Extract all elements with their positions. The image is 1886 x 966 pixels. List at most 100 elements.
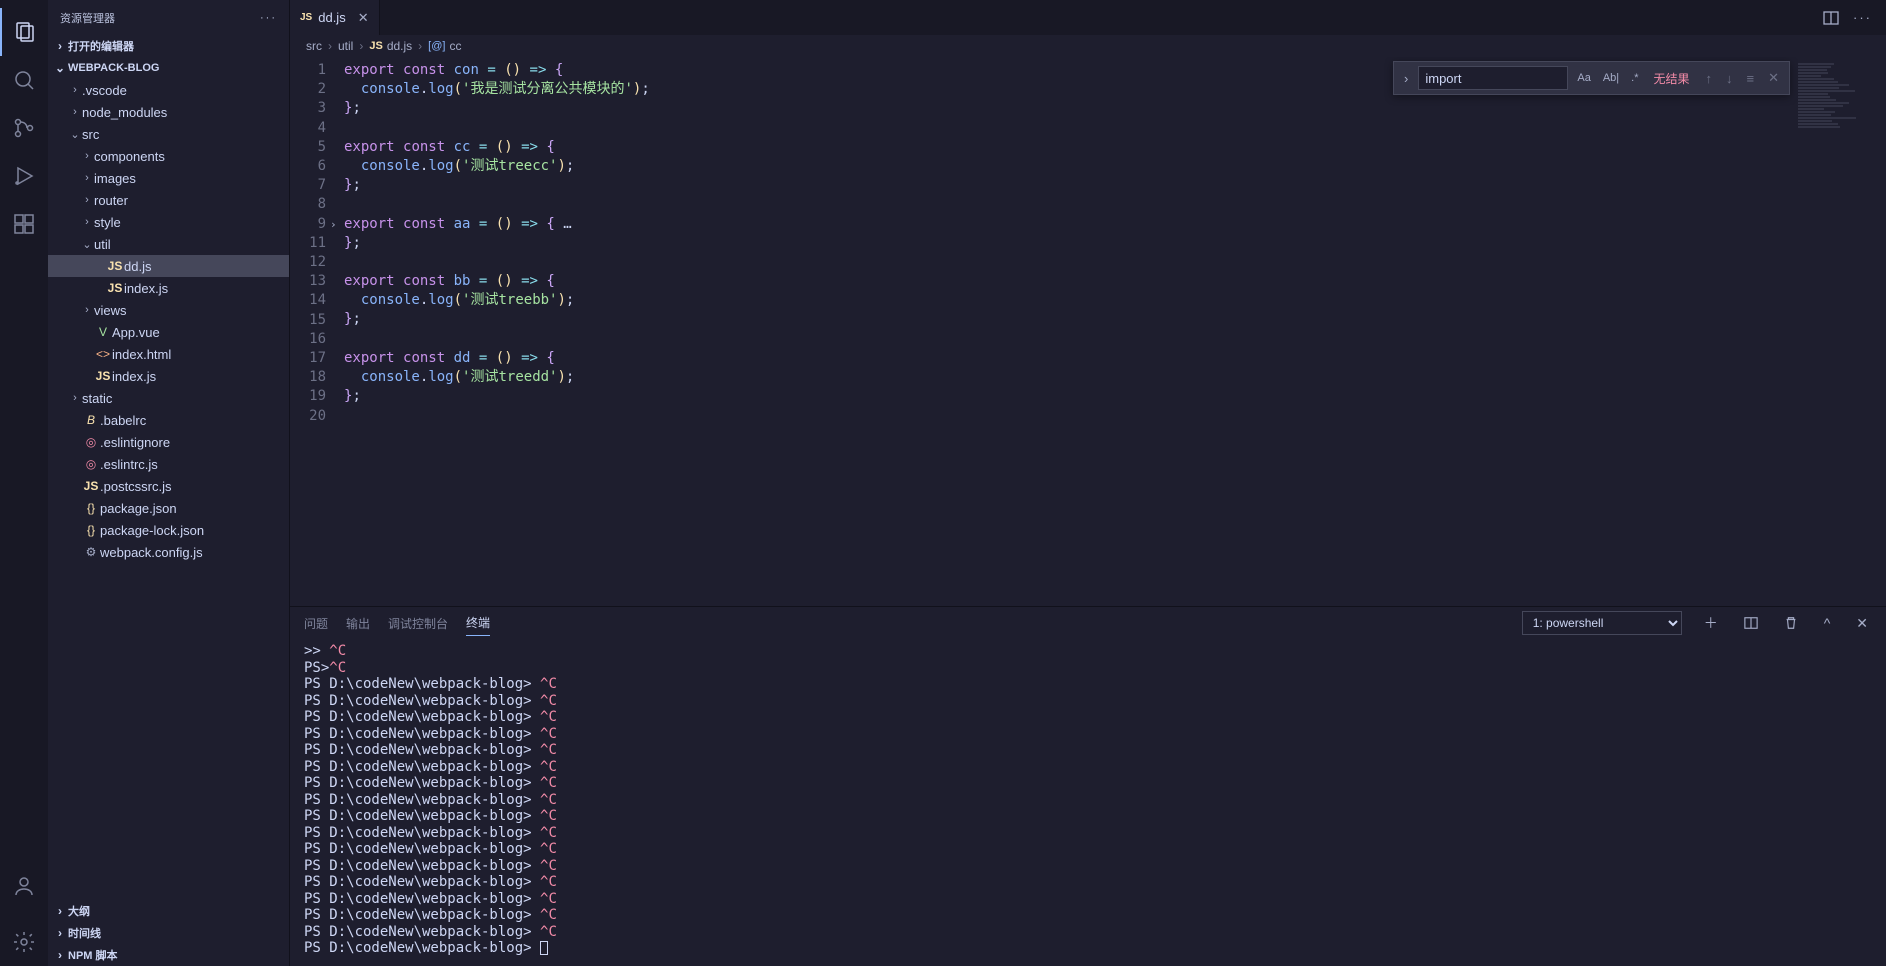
more-icon[interactable]: ··· (1853, 10, 1872, 25)
outline-label: 大纲 (68, 903, 90, 919)
file-item[interactable]: {}package.json (48, 497, 289, 519)
timeline-section[interactable]: › 时间线 (48, 922, 289, 944)
tree-item-label: components (94, 149, 165, 164)
tree-item-label: dd.js (124, 259, 151, 274)
file-item[interactable]: ◎.eslintignore (48, 431, 289, 453)
panel-tab-problems[interactable]: 问题 (304, 611, 328, 636)
folder-item[interactable]: ›.vscode (48, 79, 289, 101)
folder-item[interactable]: ›style (48, 211, 289, 233)
breadcrumb-src[interactable]: src (306, 39, 322, 53)
project-section[interactable]: ⌄ WEBPACK-BLOG (48, 57, 289, 79)
minimap[interactable] (1798, 57, 1886, 606)
match-word-icon[interactable]: Ab| (1600, 72, 1622, 84)
next-match-icon[interactable]: ↓ (1722, 71, 1737, 86)
file-item[interactable]: <>index.html (48, 343, 289, 365)
folder-item[interactable]: ›views (48, 299, 289, 321)
search-icon[interactable] (0, 56, 48, 104)
folder-item[interactable]: ›router (48, 189, 289, 211)
main: JS dd.js ✕ ··· src › util › JS dd.js › [… (290, 0, 1886, 966)
close-icon[interactable]: ✕ (1764, 70, 1783, 86)
sidebar-bottom: › 大纲 › 时间线 › NPM 脚本 (48, 900, 289, 966)
match-case-icon[interactable]: Aa (1574, 72, 1593, 84)
folder-item[interactable]: ›static (48, 387, 289, 409)
chevron-right-icon: › (68, 106, 82, 118)
file-item[interactable]: VApp.vue (48, 321, 289, 343)
code-content[interactable]: export const con = () => { console.log('… (344, 57, 1798, 606)
split-editor-icon[interactable] (1823, 10, 1839, 26)
file-tree[interactable]: ›.vscode›node_modules⌄src›components›ima… (48, 79, 289, 900)
prev-match-icon[interactable]: ↑ (1702, 71, 1717, 86)
tab-label: dd.js (318, 10, 345, 25)
folder-item[interactable]: ›components (48, 145, 289, 167)
js-file-icon: JS (94, 369, 112, 383)
kill-terminal-icon[interactable] (1780, 616, 1802, 630)
breadcrumb-file[interactable]: dd.js (387, 39, 412, 53)
close-panel-icon[interactable]: ✕ (1852, 615, 1872, 632)
panel-tab-debug[interactable]: 调试控制台 (388, 611, 448, 636)
js-file-icon: JS (106, 281, 124, 295)
sidebar-title-label: 资源管理器 (60, 10, 115, 26)
file-item[interactable]: JSindex.js (48, 277, 289, 299)
expand-replace-icon[interactable]: › (1400, 71, 1412, 86)
babel-file-icon: B (82, 413, 100, 427)
close-icon[interactable]: ✕ (358, 10, 369, 26)
folder-item[interactable]: ›images (48, 167, 289, 189)
editor-tabs: JS dd.js ✕ ··· (290, 0, 1886, 35)
file-item[interactable]: JSdd.js (48, 255, 289, 277)
chevron-right-icon: › (52, 926, 68, 940)
tree-item-label: .postcssrc.js (100, 479, 172, 494)
split-terminal-icon[interactable] (1740, 616, 1762, 630)
panel-tab-terminal[interactable]: 终端 (466, 610, 490, 636)
chevron-right-icon: › (80, 194, 94, 206)
symbol-icon: [@] (428, 40, 445, 52)
vue-file-icon: V (94, 325, 112, 339)
settings-gear-icon[interactable] (0, 918, 48, 966)
breadcrumb[interactable]: src › util › JS dd.js › [@] cc (290, 35, 1886, 57)
maximize-panel-icon[interactable]: ^ (1820, 615, 1835, 631)
npm-scripts-section[interactable]: › NPM 脚本 (48, 944, 289, 966)
tree-item-label: package.json (100, 501, 177, 516)
find-input[interactable] (1418, 66, 1568, 90)
terminal-select[interactable]: 1: powershell (1522, 611, 1682, 635)
breadcrumb-symbol[interactable]: cc (449, 39, 461, 53)
open-editors-section[interactable]: › 打开的编辑器 (48, 35, 289, 57)
gear-file-icon: ⚙ (82, 545, 100, 559)
file-item[interactable]: {}package-lock.json (48, 519, 289, 541)
debug-icon[interactable] (0, 152, 48, 200)
outline-section[interactable]: › 大纲 (48, 900, 289, 922)
chevron-right-icon: › (52, 948, 68, 962)
file-item[interactable]: ◎.eslintrc.js (48, 453, 289, 475)
folder-item[interactable]: ⌄src (48, 123, 289, 145)
editor[interactable]: 12345678911121314151617181920 export con… (290, 57, 1886, 606)
folder-item[interactable]: ›node_modules (48, 101, 289, 123)
terminal-cursor (540, 941, 548, 955)
file-item[interactable]: ⚙webpack.config.js (48, 541, 289, 563)
extensions-icon[interactable] (0, 200, 48, 248)
terminal-output[interactable]: >> ^CPS>^CPS D:\codeNew\webpack-blog> ^C… (290, 639, 1886, 966)
folder-item[interactable]: ⌄util (48, 233, 289, 255)
tree-item-label: router (94, 193, 128, 208)
find-in-selection-icon[interactable]: ≡ (1743, 71, 1759, 86)
tab-dd-js[interactable]: JS dd.js ✕ (290, 0, 380, 35)
panel-tab-output[interactable]: 输出 (346, 611, 370, 636)
chevron-right-icon: › (326, 39, 334, 53)
account-icon[interactable] (0, 862, 48, 910)
source-control-icon[interactable] (0, 104, 48, 152)
more-icon[interactable]: ··· (260, 12, 277, 24)
js-file-icon: JS (300, 12, 312, 23)
new-terminal-icon[interactable]: ＋ (1700, 613, 1722, 633)
tree-item-label: index.js (124, 281, 168, 296)
file-item[interactable]: B.babelrc (48, 409, 289, 431)
file-item[interactable]: JSindex.js (48, 365, 289, 387)
breadcrumb-util[interactable]: util (338, 39, 353, 53)
explorer-icon[interactable] (0, 8, 48, 56)
panel-tabs: 问题 输出 调试控制台 终端 1: powershell ＋ ^ ✕ (290, 607, 1886, 639)
regex-icon[interactable]: .* (1628, 72, 1641, 84)
file-item[interactable]: JS.postcssrc.js (48, 475, 289, 497)
tree-item-label: index.html (112, 347, 171, 362)
tree-item-label: .vscode (82, 83, 127, 98)
chevron-down-icon: ⌄ (80, 238, 94, 251)
fold-icon[interactable]: › (330, 215, 337, 234)
js-file-icon: JS (82, 479, 100, 493)
bottom-panel: 问题 输出 调试控制台 终端 1: powershell ＋ ^ ✕ >> ^C… (290, 606, 1886, 966)
